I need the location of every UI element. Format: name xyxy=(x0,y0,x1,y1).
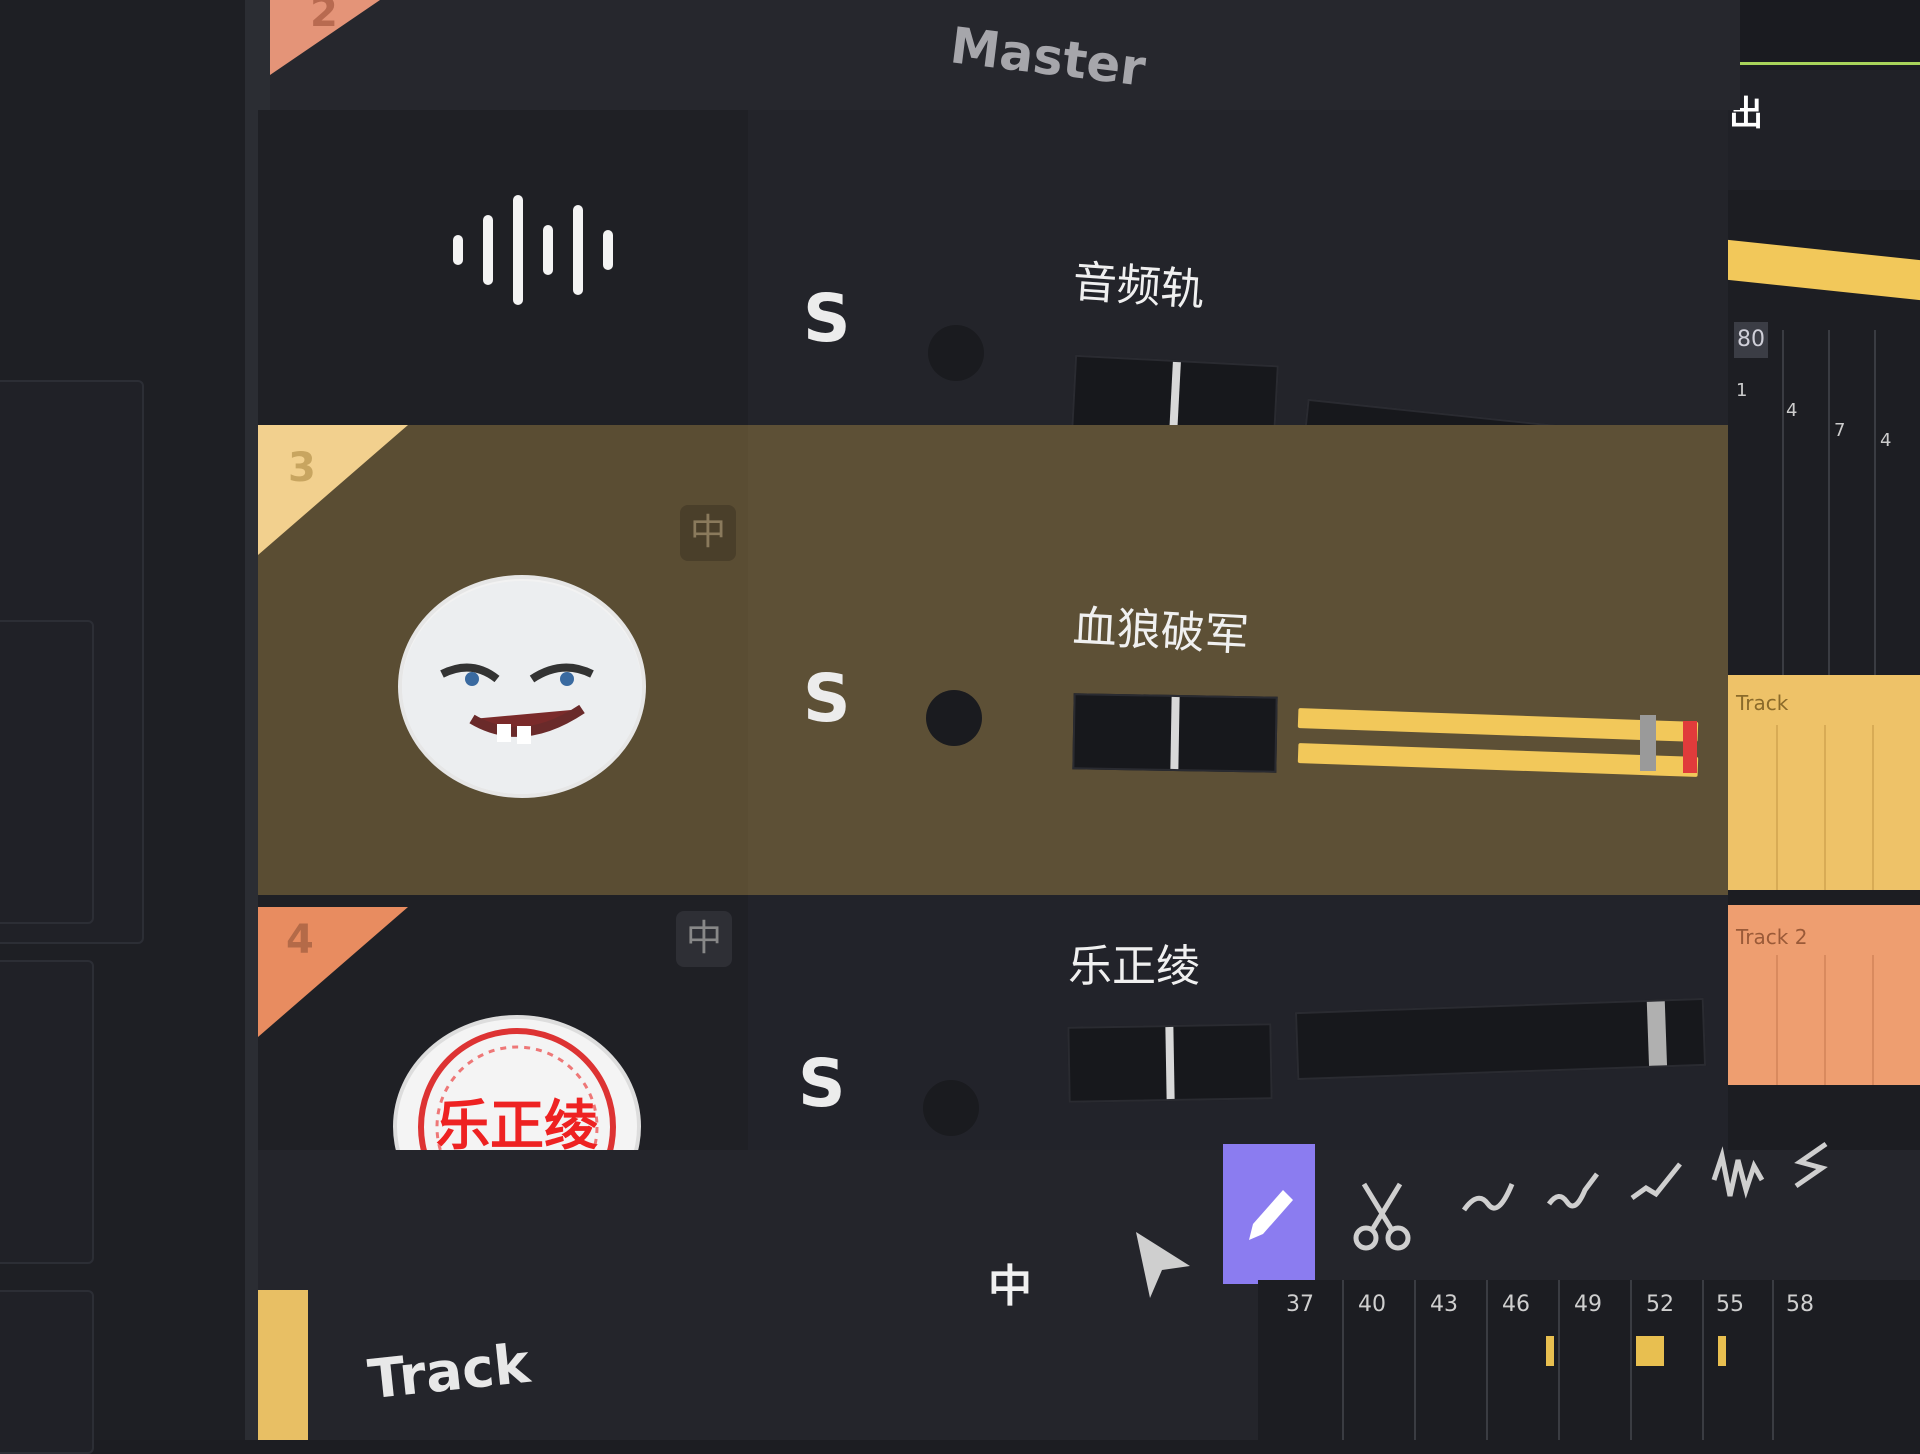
note-block[interactable] xyxy=(1636,1336,1664,1366)
track-color-strip xyxy=(258,1290,308,1440)
solo-button[interactable]: S xyxy=(798,1045,846,1122)
left-panel-box-inner xyxy=(0,620,94,924)
ruler-number: 40 xyxy=(1358,1292,1386,1317)
level-meter-left xyxy=(1297,708,1699,742)
clip-grid-line xyxy=(1776,725,1778,890)
clip-grid-line xyxy=(1824,725,1826,890)
volume-fader-knob[interactable] xyxy=(1646,1001,1668,1066)
grid-line xyxy=(1558,1280,1560,1440)
voice-language-badge[interactable]: 中 xyxy=(676,911,732,967)
voice-language-badge[interactable]: 中 xyxy=(680,505,736,561)
volume-fader[interactable] xyxy=(1294,997,1707,1081)
pan-center-marker xyxy=(1165,1026,1175,1100)
grid-line xyxy=(1486,1280,1488,1440)
pointer-tool-icon[interactable] xyxy=(1128,1226,1198,1306)
track-icon-cell: 3 中 xyxy=(258,425,748,895)
left-panel-box-bottom xyxy=(0,1290,94,1454)
audio-waveform-icon xyxy=(453,195,613,305)
vibrato-draw-icon[interactable] xyxy=(1543,1154,1603,1224)
ruler-number: 58 xyxy=(1786,1292,1814,1317)
grid-line xyxy=(1630,1280,1632,1440)
solo-button[interactable]: S xyxy=(803,660,851,737)
ruler-number: 43 xyxy=(1430,1292,1458,1317)
clip-label: Track xyxy=(1736,691,1789,715)
ruler-number: 46 xyxy=(1502,1292,1530,1317)
clip-grid-line xyxy=(1824,955,1826,1085)
ruler-number: 55 xyxy=(1716,1292,1744,1317)
track-name: 音频轨 xyxy=(1071,256,1207,317)
solo-button[interactable]: S xyxy=(803,280,851,357)
note-block[interactable] xyxy=(1546,1336,1554,1366)
timeline-tick: 1 xyxy=(1736,380,1748,401)
record-arm-button[interactable] xyxy=(923,1080,979,1136)
ruler-number: 37 xyxy=(1286,1292,1314,1317)
scissors-icon[interactable] xyxy=(1348,1176,1418,1256)
track-name: 血狼破军 xyxy=(1071,601,1250,662)
track-corner-4: 4 xyxy=(258,907,408,1037)
left-panel-box-lower xyxy=(0,960,94,1264)
pencil-tool-button[interactable] xyxy=(1223,1144,1315,1284)
pencil-icon xyxy=(1249,1190,1293,1240)
level-meter-right xyxy=(1297,743,1699,777)
pan-control[interactable] xyxy=(1072,693,1278,773)
language-toggle[interactable]: 中 xyxy=(988,1250,1032,1314)
clip-track-2[interactable]: Track 2 xyxy=(1728,905,1920,1085)
track-corner-2: 2 xyxy=(270,0,380,75)
volume-fader-knob[interactable] xyxy=(1640,715,1656,771)
bottom-toolbar: Track 中 37 40 43 46 49 52 55 58 xyxy=(258,1141,1920,1440)
ruler-number: 52 xyxy=(1646,1292,1674,1317)
grinning-face-icon xyxy=(402,581,642,794)
zigzag-tool-icon[interactable] xyxy=(1786,1132,1836,1202)
grid-line xyxy=(1828,330,1830,680)
ruler-number: 49 xyxy=(1574,1292,1602,1317)
record-arm-button[interactable] xyxy=(928,325,984,381)
piano-roll-area[interactable]: 37 40 43 46 49 52 55 58 xyxy=(1258,1280,1920,1440)
record-arm-button[interactable] xyxy=(926,690,982,746)
grid-line xyxy=(1874,330,1876,680)
track-row-3[interactable]: 3 中 S 血狼破军 xyxy=(258,425,1728,895)
master-label: Master xyxy=(947,16,1149,98)
track-corner-3: 3 xyxy=(258,425,408,555)
pan-center-marker xyxy=(1170,696,1180,770)
pan-control[interactable] xyxy=(1067,1023,1273,1103)
clip-label: Track 2 xyxy=(1736,925,1808,949)
pitch-draw-icon[interactable] xyxy=(1626,1148,1686,1218)
timeline-tick: 7 xyxy=(1834,420,1846,441)
left-panel-background xyxy=(0,0,270,1454)
seal-stamp-text: 乐正绫 xyxy=(436,1094,598,1157)
waveform-tool-icon[interactable] xyxy=(1708,1140,1768,1210)
note-block[interactable] xyxy=(1718,1336,1726,1366)
grid-line xyxy=(1782,330,1784,680)
clip-track[interactable]: Track xyxy=(1728,675,1920,890)
singer-avatar[interactable] xyxy=(398,575,646,798)
track-controls: S 血狼破军 xyxy=(748,425,1728,895)
track-name: 乐正绫 xyxy=(1068,941,1200,992)
playhead-marker[interactable]: 80 xyxy=(1734,322,1768,358)
timeline-area[interactable]: 80 1 4 7 4 xyxy=(1728,270,1920,680)
grid-line xyxy=(1772,1280,1774,1440)
clip-grid-line xyxy=(1776,955,1778,1085)
bottom-track-label: Track xyxy=(365,1331,533,1412)
grid-line xyxy=(1702,1280,1704,1440)
pan-center-marker xyxy=(1169,361,1181,435)
timeline-tick: 4 xyxy=(1880,430,1892,451)
curve-draw-icon[interactable] xyxy=(1458,1160,1518,1230)
grid-line xyxy=(1414,1280,1416,1440)
peak-indicator xyxy=(1683,721,1697,773)
timeline-tick: 4 xyxy=(1786,400,1798,421)
grid-line xyxy=(1342,1280,1344,1440)
clip-grid-line xyxy=(1872,725,1874,890)
master-header: 2 Master xyxy=(270,0,1740,110)
clip-grid-line xyxy=(1872,955,1874,1085)
